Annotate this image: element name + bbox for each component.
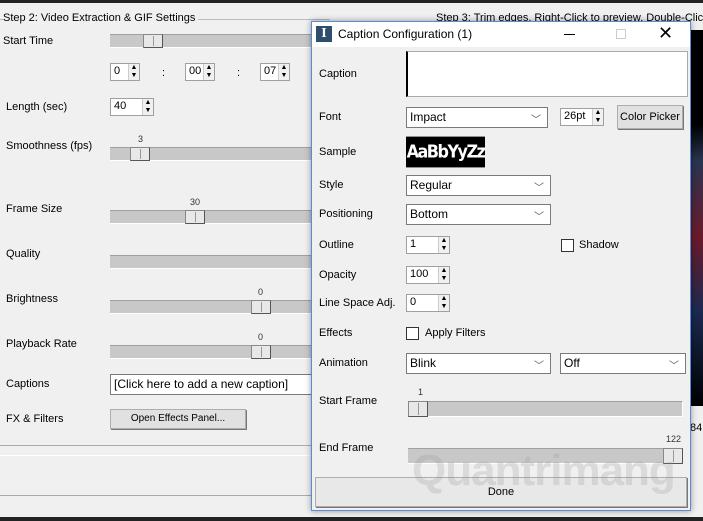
start-hours-spinner[interactable]: 0 ▲ ▼ bbox=[110, 63, 140, 81]
captions-label: Captions bbox=[6, 378, 50, 390]
time-separator: : bbox=[162, 67, 166, 79]
chevron-down-icon: ﹀ bbox=[531, 115, 541, 126]
chevron-down-icon: ﹀ bbox=[534, 212, 544, 223]
open-effects-button[interactable]: Open Effects Panel... bbox=[110, 409, 246, 429]
shadow-checkbox[interactable] bbox=[561, 239, 574, 252]
start-seconds-spinner[interactable]: 07 ▲ ▼ bbox=[260, 63, 290, 81]
playback-label: Playback Rate bbox=[6, 338, 77, 350]
chevron-down-icon: ﹀ bbox=[534, 183, 544, 194]
spin-arrows-icon[interactable]: ▲ ▼ bbox=[278, 64, 289, 80]
spin-arrows-icon[interactable]: ▲ ▼ bbox=[128, 64, 139, 80]
close-icon[interactable]: ✕ bbox=[658, 23, 673, 44]
spin-arrows-icon[interactable]: ▲ ▼ bbox=[438, 267, 449, 283]
brightness-value: 0 bbox=[258, 287, 264, 297]
quality-label: Quality bbox=[6, 248, 41, 260]
time-separator: : bbox=[237, 67, 241, 79]
opacity-label: Opacity bbox=[319, 269, 357, 281]
spin-arrows-icon[interactable]: ▲ ▼ bbox=[142, 99, 153, 115]
chevron-down-icon: ﹀ bbox=[669, 361, 679, 372]
caption-textarea[interactable] bbox=[406, 51, 688, 97]
captions-input[interactable]: [Click here to add a new caption] bbox=[110, 374, 320, 395]
divider bbox=[0, 495, 320, 496]
start-frame-slider[interactable] bbox=[408, 401, 683, 417]
maximize-icon[interactable] bbox=[616, 29, 626, 39]
spin-arrows-icon[interactable]: ▲ ▼ bbox=[438, 295, 449, 311]
frame-size-slider[interactable] bbox=[110, 210, 320, 224]
divider bbox=[0, 455, 320, 456]
brightness-slider[interactable] bbox=[110, 300, 320, 314]
right-number: 84 bbox=[690, 422, 703, 434]
dialog-titlebar: I Caption Configuration (1) ✕ bbox=[312, 22, 690, 47]
animation-option-select[interactable]: Off ﹀ bbox=[560, 353, 686, 374]
font-size-spinner[interactable]: 26pt ▲ ▼ bbox=[560, 108, 604, 126]
style-label: Style bbox=[319, 179, 344, 191]
minimize-icon[interactable] bbox=[564, 34, 575, 35]
playback-slider[interactable] bbox=[110, 345, 320, 359]
done-button[interactable]: Done bbox=[315, 477, 687, 507]
caption-label: Caption bbox=[319, 68, 357, 80]
animation-select[interactable]: Blink ﹀ bbox=[406, 353, 551, 374]
app-icon: I bbox=[316, 26, 332, 42]
frame-size-value: 30 bbox=[190, 197, 201, 207]
apply-filters-label: Apply Filters bbox=[425, 327, 486, 339]
start-frame-label: Start Frame bbox=[319, 395, 378, 407]
end-frame-value: 122 bbox=[666, 434, 682, 444]
end-frame-slider[interactable] bbox=[408, 448, 683, 464]
frame-size-label: Frame Size bbox=[6, 203, 63, 215]
opacity-spinner[interactable]: 100 ▲ ▼ bbox=[406, 266, 450, 284]
smoothness-slider[interactable] bbox=[110, 147, 320, 161]
effects-label: Effects bbox=[319, 327, 353, 339]
playback-value: 0 bbox=[258, 332, 264, 342]
window-top-border bbox=[0, 0, 703, 3]
outline-label: Outline bbox=[319, 239, 354, 251]
spin-arrows-icon[interactable]: ▲ ▼ bbox=[203, 64, 214, 80]
quality-slider[interactable] bbox=[110, 255, 320, 269]
smoothness-label: Smoothness (fps) bbox=[6, 140, 93, 152]
spin-arrows-icon[interactable]: ▲ ▼ bbox=[592, 109, 603, 125]
color-picker-button[interactable]: Color Picker bbox=[617, 105, 683, 129]
animation-label: Animation bbox=[319, 357, 368, 369]
font-label: Font bbox=[319, 111, 342, 123]
linespace-label: Line Space Adj. bbox=[319, 297, 396, 309]
font-sample: AaBbYyZz bbox=[406, 136, 486, 168]
sample-label: Sample bbox=[319, 146, 357, 158]
positioning-label: Positioning bbox=[319, 208, 373, 220]
smoothness-value: 3 bbox=[138, 134, 144, 144]
spin-arrows-icon[interactable]: ▲ ▼ bbox=[438, 237, 449, 253]
length-label: Length (sec) bbox=[6, 101, 68, 113]
divider bbox=[0, 445, 320, 446]
fx-label: FX & Filters bbox=[6, 413, 64, 425]
group-title: Step 2: Video Extraction & GIF Settings bbox=[3, 12, 199, 24]
brightness-label: Brightness bbox=[6, 293, 58, 305]
chevron-down-icon: ﹀ bbox=[534, 361, 544, 372]
end-frame-label: End Frame bbox=[319, 442, 374, 454]
positioning-select[interactable]: Bottom ﹀ bbox=[406, 204, 551, 225]
start-time-label: Start Time bbox=[3, 35, 54, 47]
dialog-title: Caption Configuration (1) bbox=[338, 27, 473, 41]
outline-spinner[interactable]: 1 ▲ ▼ bbox=[406, 236, 450, 254]
shadow-label: Shadow bbox=[579, 239, 619, 251]
font-select[interactable]: Impact ﹀ bbox=[406, 107, 548, 128]
start-minutes-spinner[interactable]: 00 ▲ ▼ bbox=[185, 63, 215, 81]
length-spinner[interactable]: 40 ▲ ▼ bbox=[110, 98, 154, 116]
start-frame-value: 1 bbox=[418, 387, 424, 397]
style-select[interactable]: Regular ﹀ bbox=[406, 175, 551, 196]
linespace-spinner[interactable]: 0 ▲ ▼ bbox=[406, 294, 450, 312]
window-bottom-border bbox=[0, 517, 703, 521]
apply-filters-checkbox[interactable] bbox=[406, 327, 419, 340]
start-time-slider[interactable] bbox=[110, 34, 320, 48]
